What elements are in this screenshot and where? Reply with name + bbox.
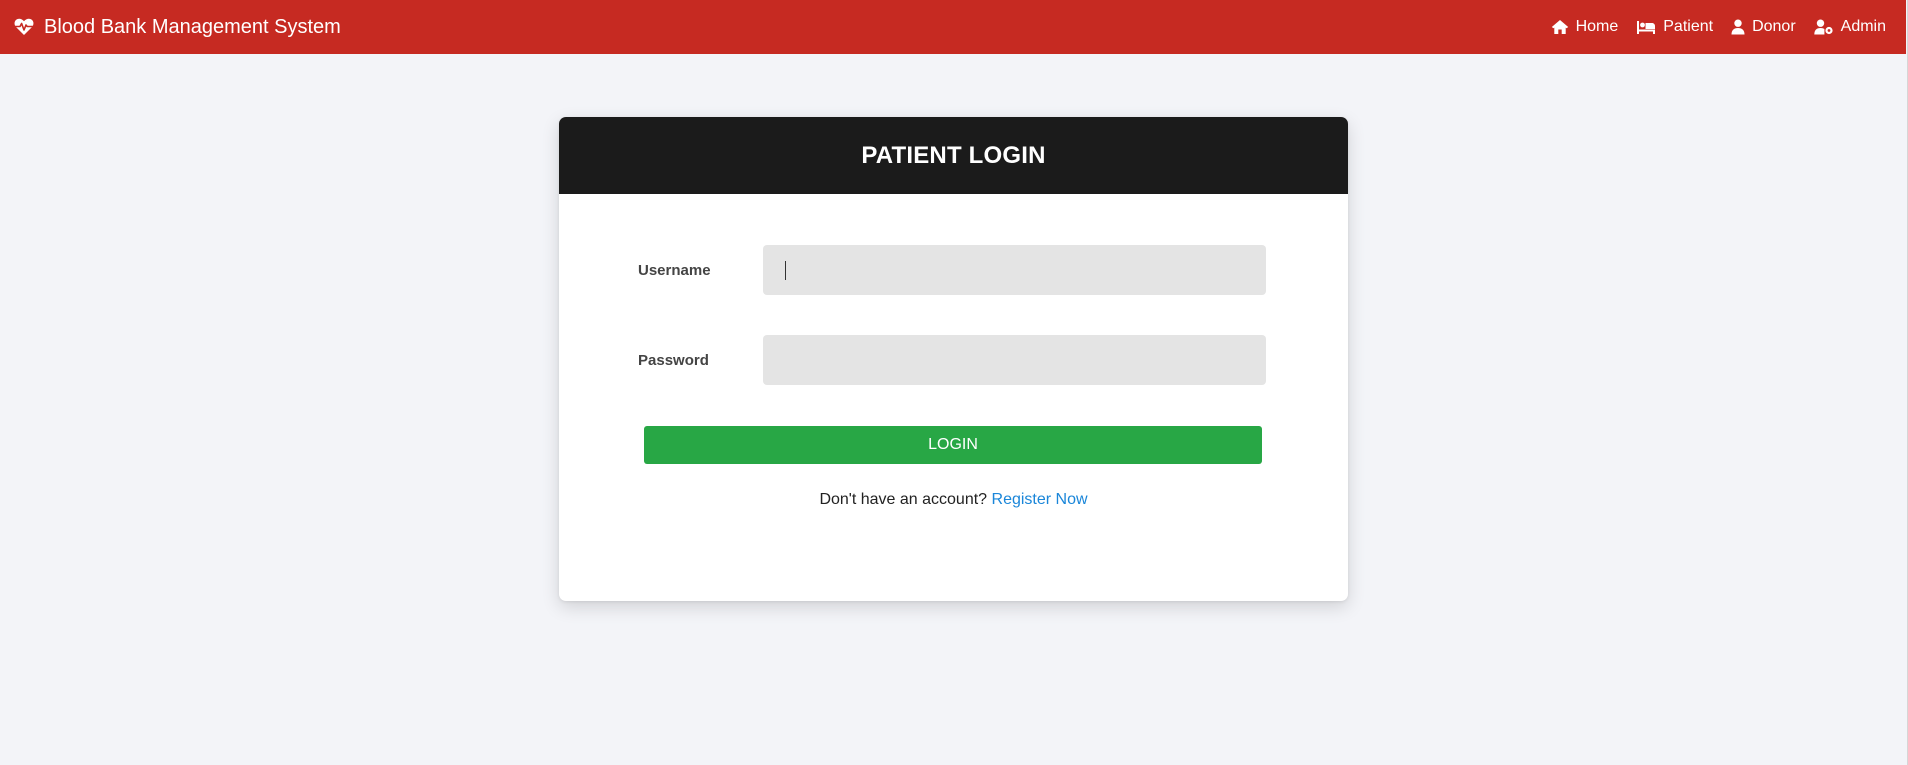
nav-home[interactable]: Home — [1551, 18, 1619, 36]
home-icon — [1551, 20, 1568, 34]
username-row: Username — [638, 245, 1266, 295]
user-cog-icon — [1813, 19, 1833, 35]
password-row: Password — [638, 335, 1266, 385]
nav-donor-label: Donor — [1752, 18, 1796, 35]
top-navbar: Blood Bank Management System Home Patien… — [0, 0, 1906, 54]
login-card: PATIENT LOGIN Username Password LOGIN Do… — [559, 117, 1348, 601]
register-prompt-line: Don't have an account? Register Now — [559, 491, 1348, 509]
nav-home-label: Home — [1575, 18, 1619, 35]
nav-patient-label: Patient — [1663, 18, 1714, 35]
text-caret — [785, 261, 786, 280]
register-link[interactable]: Register Now — [992, 491, 1088, 508]
register-prompt: Don't have an account? — [819, 491, 992, 508]
user-icon — [1731, 19, 1745, 35]
username-input[interactable] — [763, 245, 1266, 295]
nav-patient[interactable]: Patient — [1636, 18, 1713, 36]
page: Blood Bank Management System Home Patien… — [0, 0, 1908, 765]
nav-admin[interactable]: Admin — [1813, 18, 1886, 36]
password-label: Password — [638, 351, 709, 369]
nav-links: Home Patient Donor Admin — [1533, 18, 1886, 36]
nav-admin-label: Admin — [1840, 18, 1886, 35]
login-button[interactable]: LOGIN — [644, 426, 1262, 464]
brand-title: Blood Bank Management System — [44, 15, 341, 38]
heartbeat-icon — [14, 18, 34, 35]
brand-link[interactable]: Blood Bank Management System — [14, 16, 341, 39]
username-label: Username — [638, 261, 711, 279]
card-header: PATIENT LOGIN — [559, 117, 1348, 194]
bed-icon — [1637, 21, 1656, 34]
nav-donor[interactable]: Donor — [1731, 18, 1796, 36]
password-input[interactable] — [763, 335, 1266, 385]
login-title: PATIENT LOGIN — [861, 141, 1046, 169]
username-field-wrap — [763, 245, 1266, 295]
